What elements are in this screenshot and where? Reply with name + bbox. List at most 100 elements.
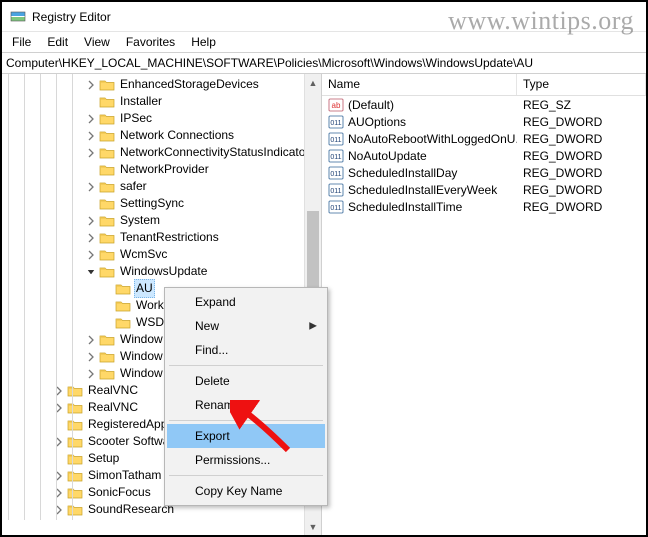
tree-toggle-icon[interactable] — [84, 333, 98, 347]
values-header: Name Type — [322, 74, 646, 96]
column-header-type[interactable]: Type — [517, 74, 646, 95]
folder-icon — [115, 282, 131, 296]
context-menu-item[interactable]: New ▶ — [167, 314, 325, 338]
value-row[interactable]: 011ScheduledInstallEveryWeekREG_DWORD — [322, 181, 646, 198]
svg-text:011: 011 — [330, 137, 341, 144]
tree-toggle-icon[interactable] — [84, 129, 98, 143]
tree-toggle-icon[interactable] — [84, 231, 98, 245]
tree-node[interactable]: WindowsUpdate — [4, 263, 321, 280]
value-row[interactable]: 011AUOptionsREG_DWORD — [322, 113, 646, 130]
menu-edit[interactable]: Edit — [39, 33, 76, 51]
tree-node-label: Network Connections — [118, 127, 236, 144]
tree-node[interactable]: IPSec — [4, 110, 321, 127]
tree-toggle-icon[interactable] — [52, 401, 66, 415]
value-type-icon: ab — [328, 98, 344, 112]
menu-separator — [169, 420, 323, 421]
folder-icon — [99, 163, 115, 177]
tree-toggle-icon[interactable] — [52, 384, 66, 398]
folder-icon — [99, 112, 115, 126]
column-header-name[interactable]: Name — [322, 74, 517, 95]
tree-node-label: WindowsUpdate — [118, 263, 209, 280]
folder-icon — [67, 486, 83, 500]
address-input[interactable] — [2, 54, 646, 72]
tree-toggle-icon[interactable] — [84, 78, 98, 92]
context-menu-item[interactable]: Delete — [167, 369, 325, 393]
tree-toggle-icon[interactable] — [84, 112, 98, 126]
context-menu[interactable]: Expand New ▶ Find... Delete Rename ExportPermi… — [164, 287, 328, 506]
tree-node[interactable]: Installer — [4, 93, 321, 110]
folder-icon — [67, 503, 83, 517]
value-type: REG_SZ — [517, 98, 646, 112]
tree-node-label: IPSec — [118, 110, 154, 127]
context-menu-item[interactable]: Copy Key Name — [167, 479, 325, 503]
value-row[interactable]: ab(Default)REG_SZ — [322, 96, 646, 113]
svg-text:011: 011 — [330, 154, 341, 161]
values-pane: Name Type ab(Default)REG_SZ011AUOptionsR… — [322, 74, 646, 535]
tree-node-label: Installer — [118, 93, 164, 110]
context-menu-label: Rename — [195, 398, 240, 412]
value-type: REG_DWORD — [517, 166, 646, 180]
folder-icon — [99, 197, 115, 211]
tree-node-label: NetworkConnectivityStatusIndicator — [118, 144, 311, 161]
tree-node[interactable]: TenantRestrictions — [4, 229, 321, 246]
value-type-icon: 011 — [328, 115, 344, 129]
value-row[interactable]: 011ScheduledInstallTimeREG_DWORD — [322, 198, 646, 215]
context-menu-item[interactable]: Permissions... — [167, 448, 325, 472]
tree-node[interactable]: System — [4, 212, 321, 229]
tree-toggle-icon[interactable] — [52, 469, 66, 483]
tree-toggle-icon[interactable] — [52, 503, 66, 517]
scroll-up-button[interactable]: ▲ — [305, 74, 321, 91]
tree-node-label: safer — [118, 178, 149, 195]
tree-node[interactable]: SettingSync — [4, 195, 321, 212]
tree-node-label: SonicFocus — [86, 484, 153, 501]
value-type: REG_DWORD — [517, 132, 646, 146]
tree-toggle-icon[interactable] — [84, 350, 98, 364]
tree-toggle-icon[interactable] — [52, 435, 66, 449]
context-menu-item[interactable]: Export — [167, 424, 325, 448]
tree-node-label: System — [118, 212, 162, 229]
window-title: Registry Editor — [32, 10, 111, 24]
submenu-arrow-icon: ▶ — [309, 321, 317, 332]
context-menu-label: New — [195, 319, 219, 333]
tree-node[interactable]: NetworkConnectivityStatusIndicator — [4, 144, 321, 161]
tree-node[interactable]: NetworkProvider — [4, 161, 321, 178]
value-type-icon: 011 — [328, 132, 344, 146]
tree-toggle-icon[interactable] — [84, 146, 98, 160]
tree-node-label: TenantRestrictions — [118, 229, 221, 246]
tree-node-label: Work — [134, 297, 166, 314]
menu-view[interactable]: View — [76, 33, 118, 51]
context-menu-item[interactable]: Rename — [167, 393, 325, 417]
folder-icon — [99, 231, 115, 245]
svg-text:011: 011 — [330, 120, 341, 127]
tree-node-label: Scooter Softwa — [86, 433, 171, 450]
folder-icon — [67, 384, 83, 398]
folder-icon — [99, 265, 115, 279]
context-menu-label: Copy Key Name — [195, 484, 282, 498]
folder-icon — [99, 146, 115, 160]
value-row[interactable]: 011ScheduledInstallDayREG_DWORD — [322, 164, 646, 181]
value-row[interactable]: 011NoAutoRebootWithLoggedOnU...REG_DWORD — [322, 130, 646, 147]
tree-toggle-icon[interactable] — [52, 486, 66, 500]
tree-toggle-icon[interactable] — [84, 214, 98, 228]
tree-toggle-icon[interactable] — [84, 180, 98, 194]
menu-separator — [169, 475, 323, 476]
tree-node[interactable]: safer — [4, 178, 321, 195]
tree-node-label: EnhancedStorageDevices — [118, 76, 261, 93]
scroll-down-button[interactable]: ▼ — [305, 518, 321, 535]
value-name: ScheduledInstallTime — [348, 200, 462, 214]
menu-favorites[interactable]: Favorites — [118, 33, 183, 51]
tree-toggle-icon[interactable] — [84, 367, 98, 381]
value-type: REG_DWORD — [517, 149, 646, 163]
tree-node[interactable]: EnhancedStorageDevices — [4, 76, 321, 93]
tree-toggle-icon[interactable] — [84, 265, 98, 279]
value-type: REG_DWORD — [517, 200, 646, 214]
value-row[interactable]: 011NoAutoUpdateREG_DWORD — [322, 147, 646, 164]
context-menu-item[interactable]: Expand — [167, 290, 325, 314]
menu-help[interactable]: Help — [183, 33, 224, 51]
tree-node[interactable]: Network Connections — [4, 127, 321, 144]
context-menu-item[interactable]: Find... — [167, 338, 325, 362]
tree-node[interactable]: WcmSvc — [4, 246, 321, 263]
menu-file[interactable]: File — [4, 33, 39, 51]
titlebar[interactable]: Registry Editor — [2, 2, 646, 32]
tree-toggle-icon[interactable] — [84, 248, 98, 262]
